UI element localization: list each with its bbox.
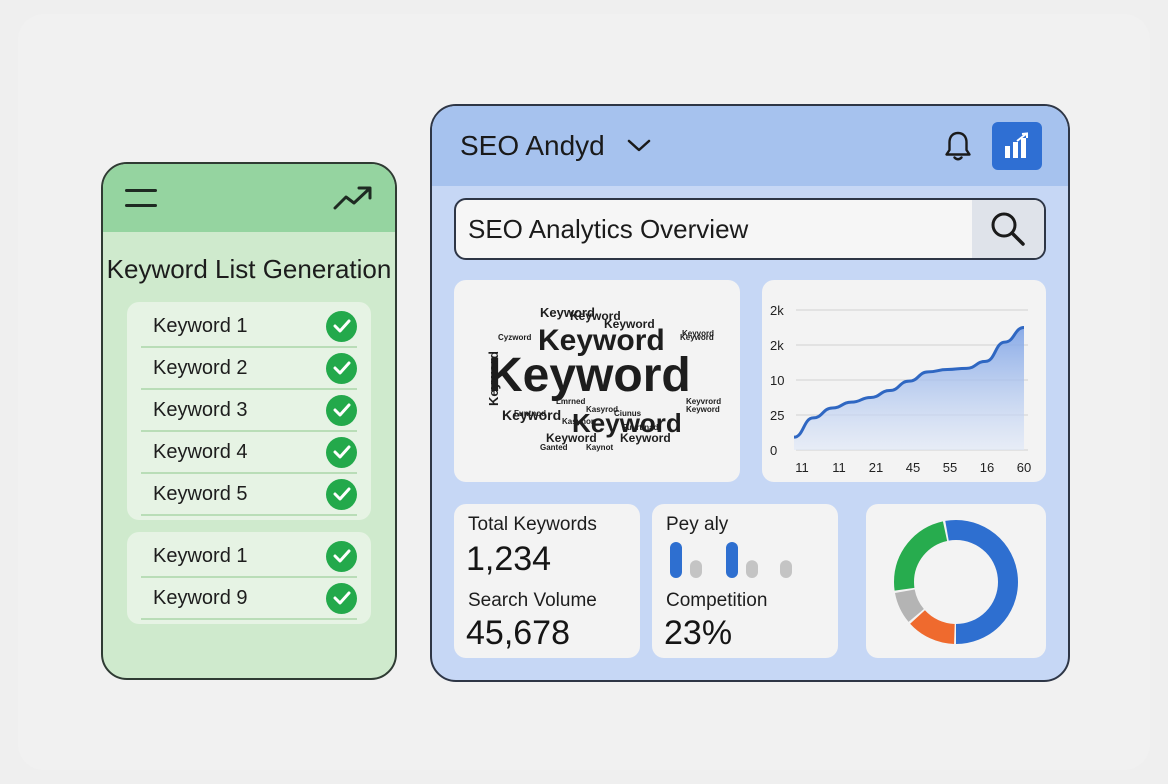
word-cloud-small-word: Lmrned [556,397,586,406]
keyword-list-panel: Keyword List Generation Keyword 1 Keyword… [101,162,397,680]
keyword-row[interactable]: Keyword 1 [141,536,357,578]
y-tick-label: 0 [770,443,777,458]
keyword-label: Keyword 3 [153,398,248,421]
keyword-label: Keyword 1 [153,314,248,337]
keyword-row[interactable]: Keyword 9 [141,578,357,620]
mini-bar [746,560,758,578]
check-circle-icon[interactable] [326,478,357,510]
check-circle-icon[interactable] [326,352,357,384]
word-cloud-main: Keyword [488,349,691,402]
keyword-word-cloud: Keyword Keyword Keyword Keyword Keyword Keywo… [454,280,740,482]
x-tick-label: 11 [832,460,846,475]
search-icon [991,212,1025,246]
area-fill [794,327,1024,450]
y-tick-label: 10 [770,373,784,388]
word-cloud-word: Keyword [485,351,501,406]
menu-icon[interactable] [125,189,157,207]
total-keywords-label: Total Keywords [468,514,597,535]
search-button[interactable] [972,200,1044,258]
pay-label: Pey aly [666,514,729,535]
word-cloud-small-word: Ganted [540,443,568,452]
bell-icon[interactable] [944,130,972,162]
bar-chart-icon [1005,132,1028,158]
competition-value: 23% [664,614,733,652]
check-circle-icon[interactable] [326,310,357,342]
total-keywords-value: 1,234 [466,540,552,578]
dashboard-header: SEO Andyd [432,106,1068,186]
chevron-down-icon[interactable] [627,139,651,153]
donut-chart [894,520,1018,644]
search-trend-chart: 2k 2k 10 25 0 11 11 21 45 55 16 60 [762,280,1046,482]
keyword-row[interactable]: Keyword 2 [141,348,357,390]
app-title[interactable]: SEO Andyd [460,130,605,162]
seo-dashboard: SEO Andyd SEO Analytics Overview Keyword… [430,104,1070,682]
analytics-button[interactable] [992,122,1042,170]
trend-up-icon[interactable] [333,184,373,212]
keyword-label: Keyword 5 [153,482,248,505]
competition-label: Competition [666,590,768,611]
check-circle-icon[interactable] [326,436,357,468]
word-cloud-small-word: Keyword [686,405,720,414]
x-tick-label: 45 [906,460,920,475]
word-cloud-small-word: Cyzword [498,333,532,342]
mini-bar [726,542,738,578]
keyword-label: Keyword 1 [153,544,248,567]
word-cloud-small-word: Kaynot [586,443,614,452]
keyword-row[interactable]: Keyword 1 [141,306,357,348]
x-tick-label: 21 [869,460,883,475]
search-bar: SEO Analytics Overview [454,198,1046,260]
search-volume-value: 45,678 [466,614,570,652]
y-tick-label: 25 [770,408,784,423]
x-tick-label: 11 [795,460,809,475]
y-tick-label: 2k [770,303,784,318]
keyword-label: Keyword 2 [153,356,248,379]
word-cloud-small-word: Funtnod [514,409,546,418]
mini-bar [690,560,702,578]
competition-stat-card: Pey aly Competition 23% [652,504,838,658]
keyword-group: Keyword 1 Keyword 2 Keyword 3 Keyword 4 Keyw… [127,302,371,520]
keywords-stat-card: Total Keywords 1,234 Search Volume 45,67… [454,504,640,658]
phone-header [103,164,395,232]
keyword-row[interactable]: Keyword 4 [141,432,357,474]
y-tick-label: 2k [770,338,784,353]
check-circle-icon[interactable] [326,540,357,572]
search-volume-label: Search Volume [468,590,597,611]
search-input[interactable]: SEO Analytics Overview [456,200,972,258]
word-cloud-small-word: Keyword [680,333,714,342]
word-cloud-word: Keyword [620,431,671,445]
check-circle-icon[interactable] [326,582,357,614]
keyword-group: Keyword 1 Keyword 9 [127,532,371,624]
trend-chart-svg: 2k 2k 10 25 0 11 11 21 45 55 16 60 [770,303,1031,475]
check-circle-icon[interactable] [326,394,357,426]
x-tick-label: 60 [1017,460,1031,475]
keyword-row[interactable]: Keyword 3 [141,390,357,432]
keyword-row[interactable]: Keyword 5 [141,474,357,516]
keyword-label: Keyword 9 [153,586,248,609]
keyword-label: Keyword 4 [153,440,248,463]
keyword-share-donut-card [866,504,1046,658]
word-cloud-small-word: Kasynor [562,417,595,426]
mini-bar [780,560,792,578]
x-tick-label: 55 [943,460,957,475]
mini-bar-chart [670,542,792,578]
word-cloud-word: Keyword [570,309,621,323]
mini-bar [670,542,682,578]
x-tick-label: 16 [980,460,994,475]
word-cloud-small-word: Fuyrtinad [622,423,659,432]
word-cloud-small-word: Ciunus [614,409,642,418]
panel-title: Keyword List Generation [106,254,392,284]
